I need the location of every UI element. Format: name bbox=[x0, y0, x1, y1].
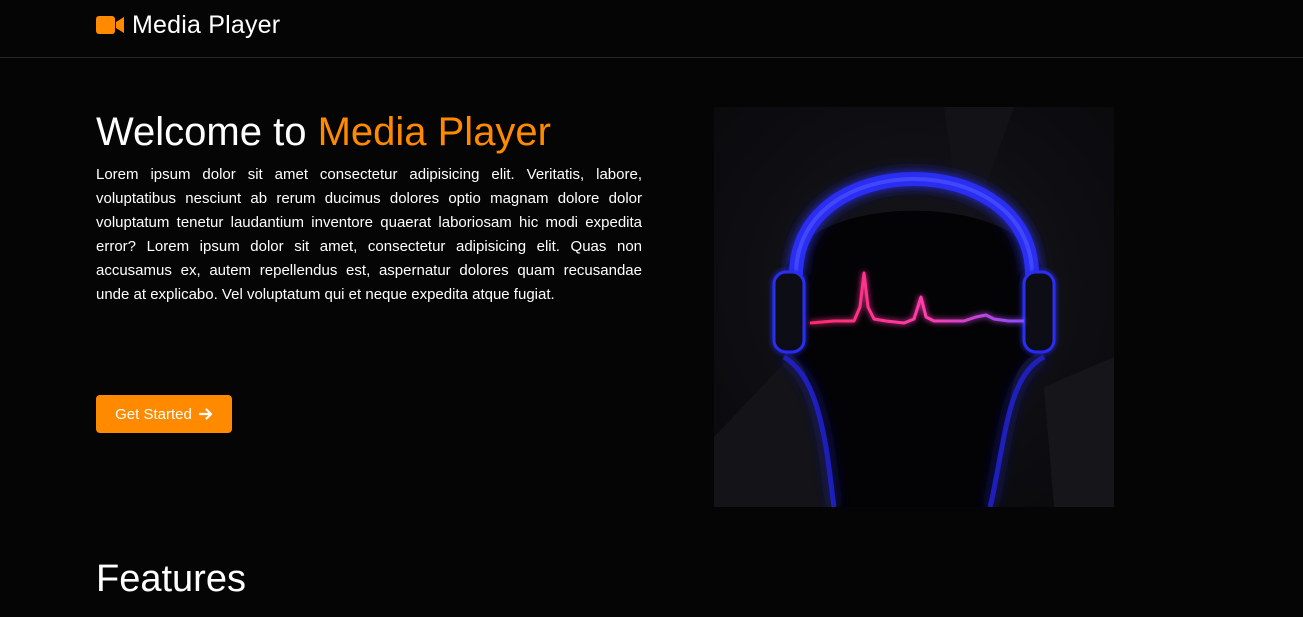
hero-illustration bbox=[714, 107, 1114, 507]
arrow-right-icon bbox=[198, 407, 213, 421]
get-started-button[interactable]: Get Started bbox=[96, 395, 232, 433]
features-heading: Features bbox=[96, 558, 246, 600]
brand-link[interactable]: Media Player bbox=[96, 10, 280, 40]
video-camera-icon bbox=[96, 16, 124, 34]
hero-title: Welcome to Media Player bbox=[96, 108, 551, 156]
get-started-label: Get Started bbox=[115, 405, 192, 423]
hero-title-accent: Media Player bbox=[317, 110, 551, 154]
brand-title: Media Player bbox=[132, 11, 281, 39]
navbar: Media Player bbox=[0, 0, 1303, 58]
hero-description: Lorem ipsum dolor sit amet consectetur a… bbox=[96, 166, 642, 303]
hero-title-prefix: Welcome to bbox=[96, 110, 318, 154]
